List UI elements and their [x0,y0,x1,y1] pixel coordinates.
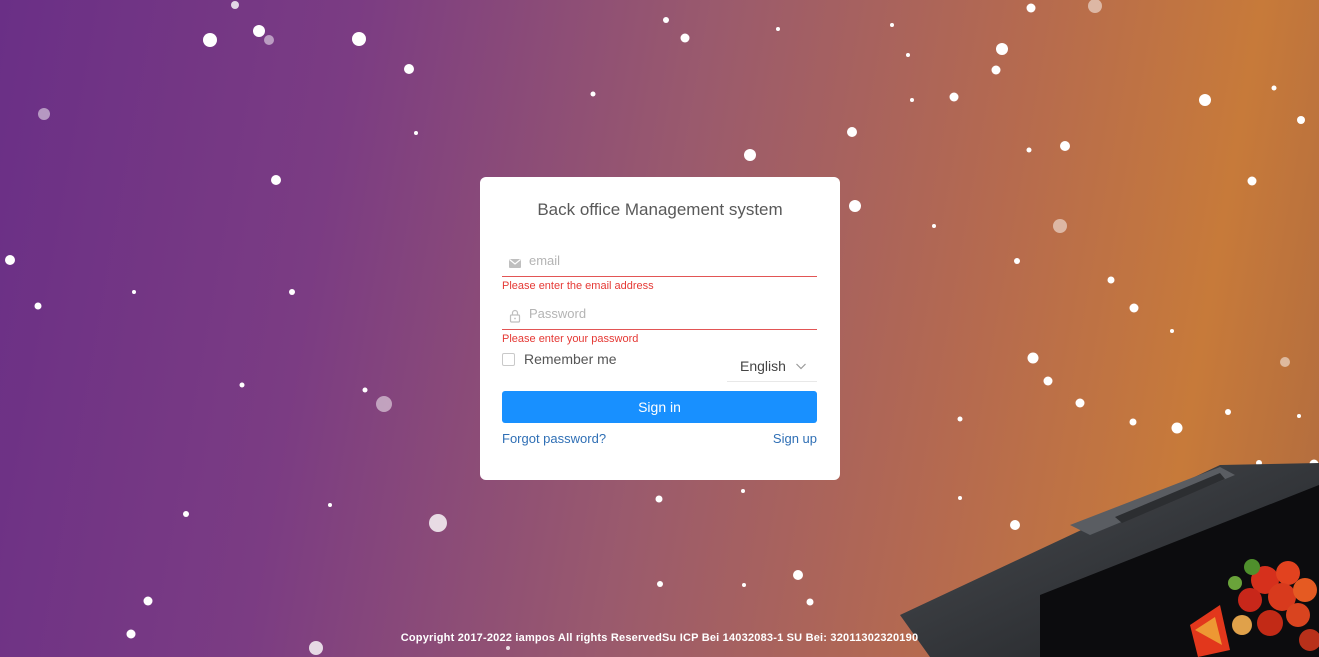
language-select[interactable]: English [727,353,817,382]
forgot-password-link[interactable]: Forgot password? [502,431,606,446]
login-card: Back office Management system Please ent… [480,177,840,480]
footer-copyright: Copyright 2017-2022 iampos All rights Re… [400,632,919,644]
email-field[interactable] [502,248,817,277]
password-field[interactable] [502,301,817,330]
email-input[interactable] [529,250,809,270]
login-title: Back office Management system [537,200,783,219]
remember-checkbox[interactable] [502,352,515,366]
language-value: English [740,358,786,374]
remember-label: Remember me [524,351,617,367]
chevron-down-icon [796,363,806,370]
password-input[interactable] [529,303,809,323]
email-error: Please enter the email address [502,280,654,292]
mail-icon [509,259,521,268]
sign-up-link[interactable]: Sign up [773,431,817,446]
pos-terminal-image [900,463,1319,657]
remember-me[interactable]: Remember me [502,351,617,367]
lock-icon [509,309,521,323]
password-error: Please enter your password [502,333,639,345]
sign-in-button[interactable]: Sign in [502,391,817,423]
